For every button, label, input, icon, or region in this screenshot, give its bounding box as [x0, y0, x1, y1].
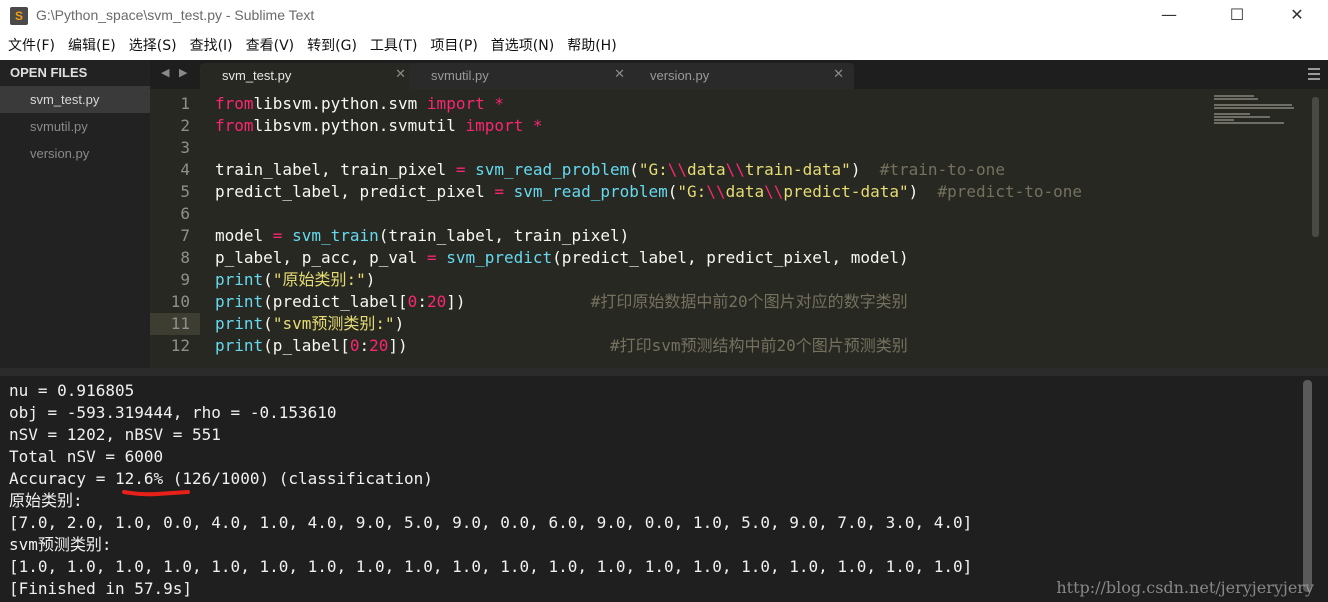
menu-project[interactable]: 项目(P) [430, 34, 477, 58]
code-line: p_label, p_acc, p_val = svm_predict(pred… [215, 248, 909, 267]
line-number: 12 [170, 336, 190, 355]
menu-preferences[interactable]: 首选项(N) [491, 34, 554, 58]
code-editor[interactable]: 1 2 3 4 5 6 7 8 9 10 11 12 fromlibsvm.python.svm im… [150, 89, 1328, 368]
window-title: G:\Python_space\svm_test.py - Sublime Te… [36, 7, 315, 23]
tab-label: svmutil.py [431, 68, 489, 83]
watermark: http://blog.csdn.net/jeryjeryjery [1056, 578, 1314, 597]
sidebar-file-svm-test[interactable]: svm_test.py [0, 86, 150, 113]
tab-next-icon[interactable]: ▶ [179, 66, 187, 79]
line-number: 11 [170, 314, 190, 333]
maximize-button[interactable]: ☐ [1214, 0, 1260, 32]
build-output-panel: nu = 0.916805 obj = -593.319444, rho = -0… [0, 368, 1328, 602]
output-line: Accuracy = 12.6% (126/1000) (classificat… [9, 469, 433, 488]
output-line: obj = -593.319444, rho = -0.153610 [9, 403, 337, 422]
menu-help[interactable]: 帮助(H) [567, 34, 616, 58]
tab-label: svm_test.py [222, 68, 292, 83]
menu-selection[interactable]: 选择(S) [129, 34, 177, 58]
line-number-gutter: 1 2 3 4 5 6 7 8 9 10 11 12 [150, 89, 200, 368]
sidebar: OPEN FILES svm_test.py svmutil.py versio… [0, 60, 150, 368]
code-line: print(p_label[0:20]) #打印svm预测结构中前20个图片预测… [215, 336, 908, 355]
line-number: 5 [180, 182, 190, 201]
tab-svm-test[interactable]: svm_test.py ✕ [200, 63, 416, 89]
code-line: predict_label, predict_pixel = svm_read_… [215, 182, 1083, 201]
menu-view[interactable]: 查看(V) [246, 34, 295, 58]
output-scrollbar[interactable] [1303, 380, 1312, 592]
line-number: 8 [180, 248, 190, 267]
code-line: fromlibsvm.python.svm import * [215, 94, 504, 113]
tab-label: version.py [650, 68, 710, 83]
title-bar: S G:\Python_space\svm_test.py - Sublime … [0, 0, 1328, 32]
menu-find[interactable]: 查找(I) [190, 34, 233, 58]
line-number: 2 [180, 116, 190, 135]
minimap[interactable] [1214, 95, 1294, 125]
tab-prev-icon[interactable]: ◀ [161, 66, 169, 79]
sublime-app-icon: S [10, 7, 28, 25]
code-line: model = svm_train(train_label, train_pix… [215, 226, 630, 245]
close-window-button[interactable]: ✕ [1274, 0, 1320, 32]
menu-edit[interactable]: 编辑(E) [68, 34, 116, 58]
sidebar-file-version[interactable]: version.py [0, 140, 150, 167]
code-line: fromlibsvm.python.svmutil import * [215, 116, 543, 135]
open-files-header: OPEN FILES [10, 65, 88, 80]
tab-menu-icon[interactable] [1308, 68, 1320, 83]
code-line: train_label, train_pixel = svm_read_prob… [215, 160, 1005, 179]
tab-svmutil[interactable]: svmutil.py ✕ [409, 63, 635, 89]
line-number: 4 [180, 160, 190, 179]
output-line: [1.0, 1.0, 1.0, 1.0, 1.0, 1.0, 1.0, 1.0,… [9, 557, 973, 576]
output-line: [7.0, 2.0, 1.0, 0.0, 4.0, 1.0, 4.0, 9.0,… [9, 513, 973, 532]
menu-goto[interactable]: 转到(G) [307, 34, 357, 58]
line-number: 10 [170, 292, 190, 311]
tab-close-icon[interactable]: ✕ [833, 67, 844, 82]
output-line: nu = 0.916805 [9, 381, 135, 400]
code-line: print(predict_label[0:20]) #打印原始数据中前20个图… [215, 292, 908, 311]
output-line: [Finished in 57.9s] [9, 579, 193, 598]
code-line: print("svm预测类别:") [215, 314, 405, 333]
output-line: 原始类别: [9, 491, 83, 510]
line-number: 6 [180, 204, 190, 223]
output-line: Total nSV = 6000 [9, 447, 164, 466]
tab-close-icon[interactable]: ✕ [614, 67, 625, 82]
line-number: 3 [180, 138, 190, 157]
line-number: 1 [180, 94, 190, 113]
output-line: svm预测类别: [9, 535, 112, 554]
menu-tools[interactable]: 工具(T) [370, 34, 417, 58]
editor-scrollbar[interactable] [1312, 97, 1319, 237]
line-number: 9 [180, 270, 190, 289]
minimize-button[interactable]: — [1146, 0, 1192, 32]
sidebar-file-svmutil[interactable]: svmutil.py [0, 113, 150, 140]
red-underline-annotation [122, 490, 190, 497]
tab-close-icon[interactable]: ✕ [395, 67, 406, 82]
menu-bar: 文件(F) 编辑(E) 选择(S) 查找(I) 查看(V) 转到(G) 工具(T… [0, 34, 1328, 58]
output-line: nSV = 1202, nBSV = 551 [9, 425, 221, 444]
tab-version[interactable]: version.py ✕ [628, 63, 854, 89]
tab-bar: ◀ ▶ svm_test.py ✕ svmutil.py ✕ version.p… [150, 60, 1328, 89]
line-number: 7 [180, 226, 190, 245]
menu-file[interactable]: 文件(F) [8, 34, 55, 58]
code-line: print("原始类别:") [215, 270, 376, 289]
